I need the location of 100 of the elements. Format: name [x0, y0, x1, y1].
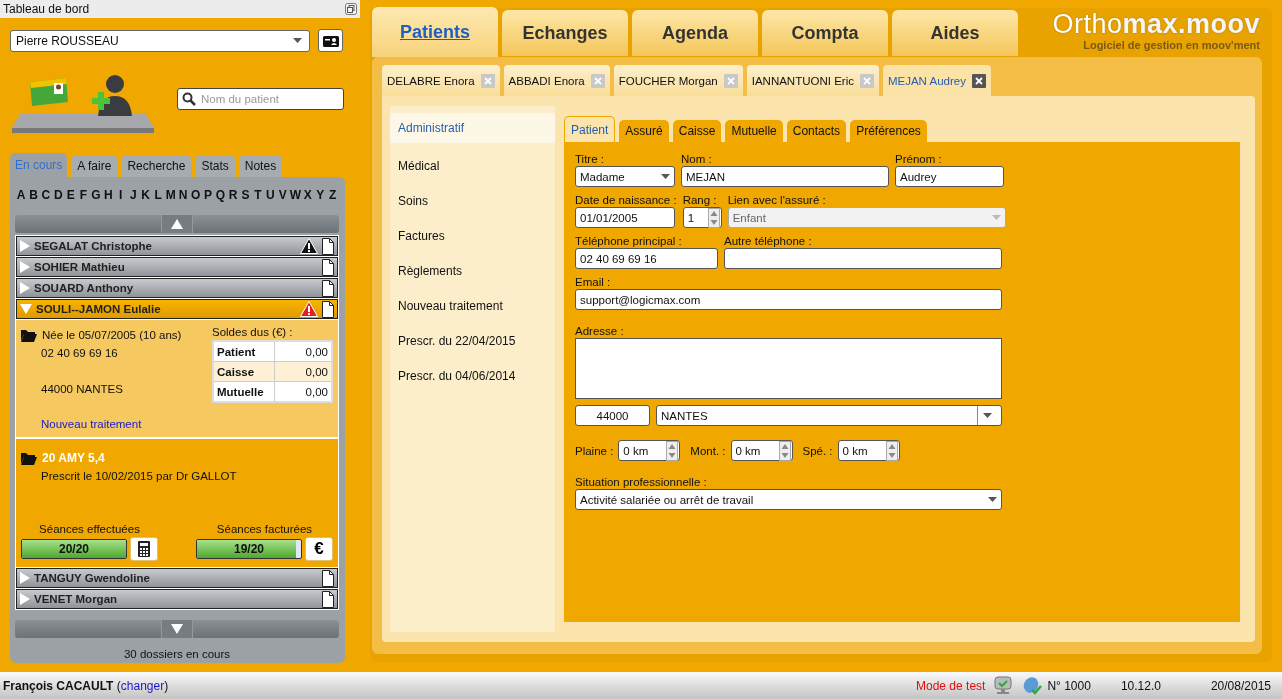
new-treatment-link[interactable]: Nouveau traitement — [41, 418, 142, 430]
prescription-text: Prescrit le 10/02/2015 par Dr GALLOT — [40, 469, 238, 484]
document-icon — [322, 569, 334, 587]
restore-icon[interactable] — [345, 3, 357, 15]
letter-filter[interactable]: R — [226, 188, 239, 202]
letter-filter[interactable]: N — [177, 188, 190, 202]
letter-filter[interactable]: J — [127, 188, 140, 202]
form-tab[interactable]: Contacts — [786, 120, 847, 142]
patient-row[interactable]: SOULI--JAMON Eulalie — [16, 299, 338, 319]
letter-filter[interactable]: A — [15, 188, 27, 202]
letter-filter[interactable]: Y — [314, 188, 327, 202]
patient-row[interactable]: SEGALAT Christophe — [16, 236, 338, 256]
form-tab[interactable]: Préférences — [850, 120, 927, 142]
letter-filter[interactable]: Z — [326, 188, 339, 202]
text-field[interactable]: 02 40 69 69 16 — [575, 248, 718, 269]
menu-item[interactable]: Nouveau traitement — [390, 288, 555, 323]
menu-item[interactable]: Soins — [390, 183, 555, 218]
form-tab[interactable]: Caisse — [672, 120, 722, 142]
spin-field[interactable]: 0 km — [837, 440, 900, 461]
letter-filter[interactable]: U — [264, 188, 277, 202]
letter-filter[interactable]: W — [289, 188, 302, 202]
spin-field[interactable]: 0 km — [618, 440, 681, 461]
list-tab[interactable]: Stats — [195, 155, 235, 177]
spin-field[interactable]: 0 km — [730, 440, 793, 461]
nav-tab[interactable]: Patients — [372, 7, 498, 57]
field-label: Date de naissance : — [575, 193, 677, 207]
text-field[interactable]: support@logicmax.com — [575, 289, 1002, 310]
dropdown-field[interactable]: Activité salariée ou arrêt de travail — [575, 489, 1002, 510]
nav-tab[interactable]: Aides — [892, 10, 1018, 56]
list-tab[interactable]: A faire — [71, 155, 118, 177]
billing-button[interactable]: € — [305, 537, 333, 561]
text-field[interactable]: Audrey — [895, 166, 1004, 187]
patient-row[interactable]: VENET Morgan — [16, 589, 338, 609]
letter-filter[interactable]: V — [276, 188, 289, 202]
record-tab[interactable]: MEJAN Audrey — [882, 65, 991, 96]
letter-filter[interactable]: C — [39, 188, 52, 202]
record-tab[interactable]: ABBADI Enora — [503, 65, 610, 96]
menu-item[interactable]: Règlements — [390, 253, 555, 288]
patient-row[interactable]: SOUARD Anthony — [16, 278, 338, 298]
dropdown-field[interactable]: NANTES — [656, 405, 1002, 426]
document-icon — [322, 258, 334, 276]
list-tab[interactable]: Recherche — [121, 155, 192, 177]
text-field[interactable] — [724, 248, 1002, 269]
record-tab[interactable]: DELABRE Enora — [382, 65, 500, 96]
list-tab[interactable]: Notes — [238, 155, 283, 177]
letter-filter[interactable]: E — [64, 188, 77, 202]
letter-filter[interactable]: Q — [214, 188, 227, 202]
record-tab[interactable]: IANNANTUONI Eric — [746, 65, 879, 96]
field-label: Mont. : — [690, 443, 726, 458]
field-label: Rang : — [682, 193, 718, 207]
counter-label: Séances facturées — [216, 523, 313, 535]
change-user-link[interactable]: changer — [120, 678, 165, 693]
field-label: Lien avec l'assuré : — [727, 193, 827, 207]
table-cell: Patient — [213, 341, 275, 362]
record-number: N° 1000 — [1047, 678, 1091, 693]
form-tab[interactable]: Mutuelle — [725, 120, 783, 142]
dropdown-caret-icon — [293, 38, 302, 43]
spin-arrows-icon — [778, 440, 791, 461]
nav-tab[interactable]: Agenda — [632, 10, 758, 56]
calculator-button[interactable] — [130, 537, 158, 561]
test-mode-label: Mode de test — [916, 678, 986, 693]
letter-filter[interactable]: T — [251, 188, 264, 202]
letter-filter[interactable]: I — [114, 188, 127, 202]
letter-filter[interactable]: P — [202, 188, 215, 202]
address-field[interactable] — [575, 338, 1002, 399]
letter-filter[interactable]: M — [164, 188, 177, 202]
practitioner-select[interactable]: Pierre ROUSSEAU — [10, 29, 310, 52]
id-card-button[interactable] — [318, 29, 343, 52]
menu-item[interactable]: Prescr. du 22/04/2015 — [390, 323, 555, 358]
letter-filter[interactable]: K — [139, 188, 152, 202]
letter-filter[interactable]: G — [89, 188, 102, 202]
form-tab[interactable]: Assuré — [619, 120, 669, 142]
patient-row[interactable]: TANGUY Gwendoline — [16, 568, 338, 588]
form-tab[interactable]: Patient — [564, 116, 616, 142]
network-status-icon — [1021, 675, 1044, 696]
letter-filter[interactable]: X — [301, 188, 314, 202]
letter-filter[interactable]: D — [52, 188, 65, 202]
text-field[interactable]: MEJAN — [681, 166, 889, 187]
record-tab[interactable]: FOUCHER Morgan — [613, 65, 743, 96]
letter-filter[interactable]: O — [189, 188, 202, 202]
menu-item[interactable]: Factures — [390, 218, 555, 253]
text-field[interactable]: 44000 — [575, 405, 650, 426]
nav-tab[interactable]: Compta — [762, 10, 888, 56]
menu-item[interactable]: Médical — [390, 148, 555, 183]
menu-item[interactable]: Prescr. du 04/06/2014 — [390, 358, 555, 393]
spin-field[interactable]: 1 — [682, 207, 722, 228]
letter-filter[interactable]: L — [152, 188, 165, 202]
letter-filter[interactable]: H — [102, 188, 115, 202]
close-icon[interactable] — [971, 73, 986, 88]
dropdown-field[interactable]: Madame — [575, 166, 675, 187]
patient-row[interactable]: SOHIER Mathieu — [16, 257, 338, 277]
spin-arrows-icon — [666, 440, 679, 461]
nav-tab[interactable]: Echanges — [502, 10, 628, 56]
letter-filter[interactable]: F — [77, 188, 90, 202]
table-cell: Caisse — [213, 361, 275, 382]
letter-filter[interactable]: S — [239, 188, 252, 202]
letter-filter[interactable]: B — [27, 188, 40, 202]
field-label: Titre : — [575, 152, 605, 166]
menu-item[interactable]: Administratif — [390, 113, 555, 143]
text-field[interactable]: 01/01/2005 — [575, 207, 675, 228]
